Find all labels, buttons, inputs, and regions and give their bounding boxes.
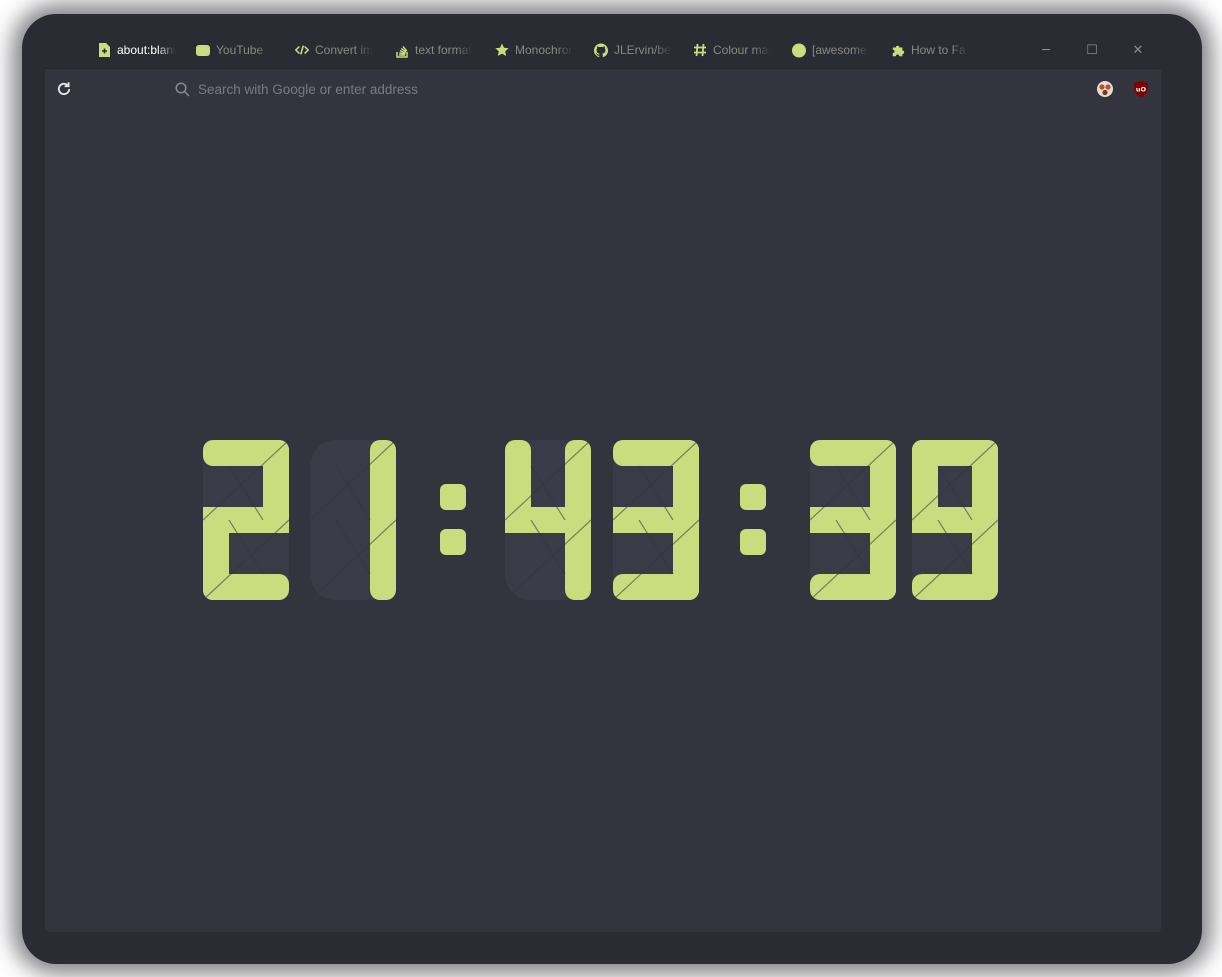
- clock-digit-0: [202, 439, 290, 601]
- digit-segment-d: [810, 574, 896, 600]
- clock-display: 21 43 39: [45, 32, 1161, 932]
- browser-window: about:blank YouTube Convert image text f…: [45, 32, 1161, 932]
- digit-segment-c: [565, 507, 591, 600]
- clock-digit-1: [309, 439, 397, 601]
- clock-separator-0: [440, 484, 466, 555]
- digit-segment-g: [912, 507, 998, 533]
- clock-digit-2: [504, 439, 592, 601]
- clock-svg: [202, 439, 999, 601]
- digit-segment-d: [613, 574, 699, 600]
- digit-segment-c: [370, 507, 396, 600]
- clock-digit-5: [911, 439, 999, 601]
- clock-separator-1: [740, 484, 766, 555]
- digit-segment-d: [912, 574, 998, 600]
- clock-digit-3: [612, 439, 700, 601]
- clock-digit-4: [809, 439, 897, 601]
- digit-segment-d: [203, 574, 289, 600]
